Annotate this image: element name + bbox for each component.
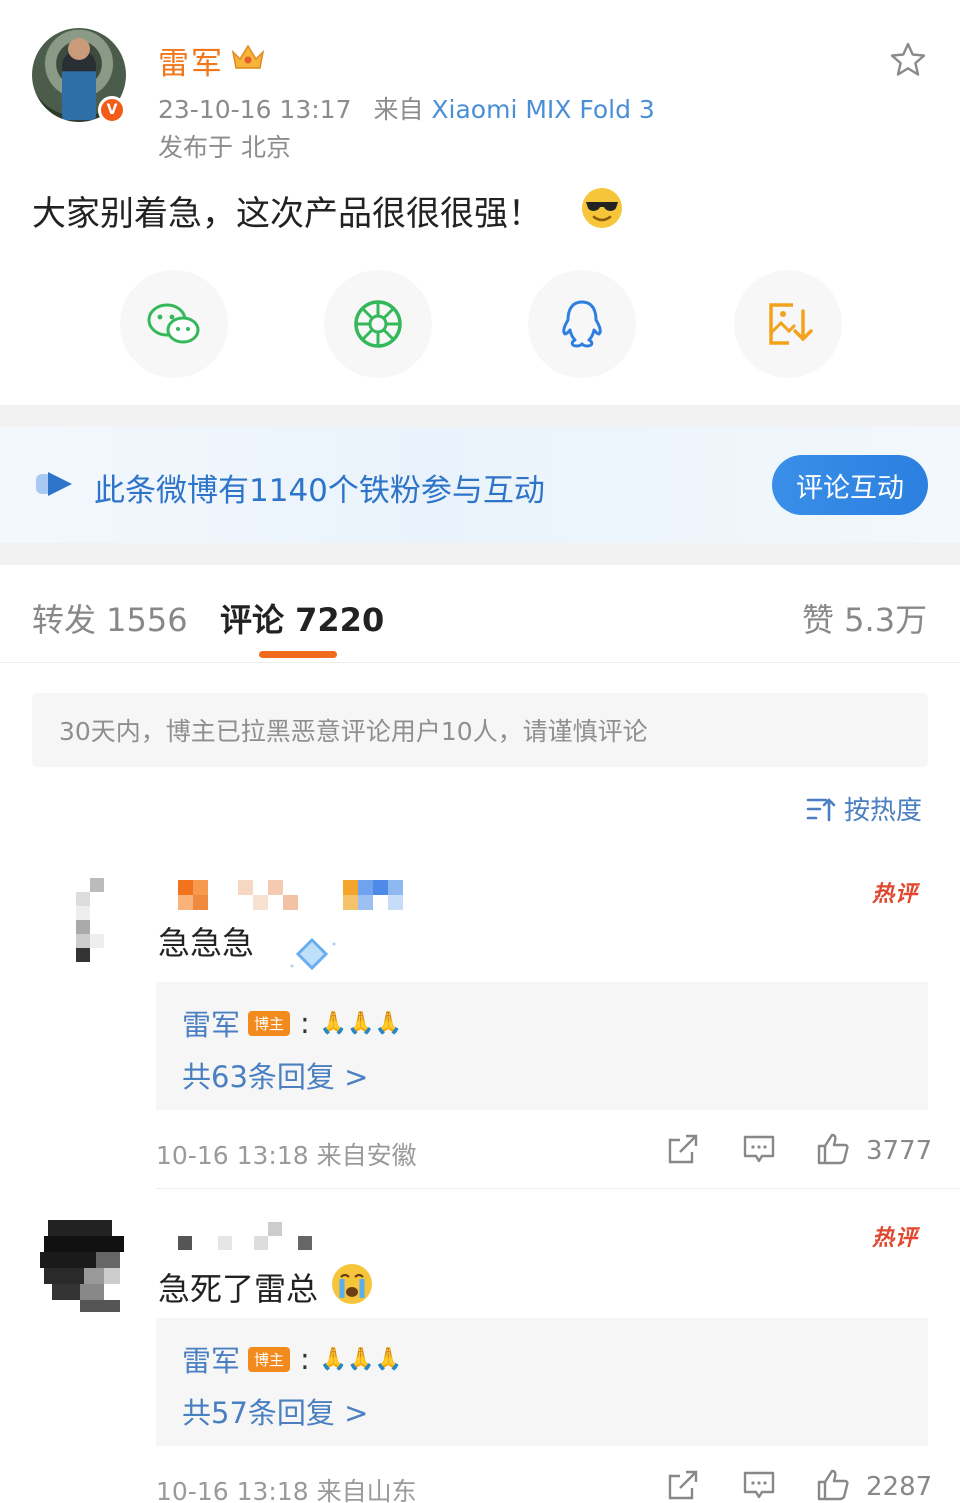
pray-emoji-icon: 🙏🙏🙏 xyxy=(319,1010,402,1036)
post-timestamp: 23-10-16 13:17 xyxy=(158,95,352,124)
blogger-tag: 博主 xyxy=(248,1010,291,1036)
reply-preview[interactable]: 雷军 博主 : 🙏🙏🙏 共63条回复 > xyxy=(156,982,928,1110)
verified-badge-icon: V xyxy=(98,96,126,124)
share-moments-button[interactable] xyxy=(324,270,432,378)
favorite-star-icon[interactable] xyxy=(888,40,928,80)
save-image-icon xyxy=(769,303,813,345)
wechat-icon xyxy=(147,303,200,344)
comment-time: 10-16 13:18 来自山东 xyxy=(156,1477,417,1503)
banner-text: 此条微博有1140个铁粉参与互动 xyxy=(94,473,545,509)
post-meta: 23-10-16 13:17 来自 Xiaomi MIX Fold 3 xyxy=(158,90,655,126)
fan-interaction-banner[interactable]: 此条微博有1140个铁粉参与互动 评论互动 xyxy=(0,427,960,543)
comment-footer: 10-16 13:18 来自安徽 3777 xyxy=(156,1132,932,1172)
qq-icon xyxy=(562,300,602,348)
commenter-name-blurred[interactable] xyxy=(178,880,418,910)
section-gap xyxy=(0,543,960,565)
blogger-tag: 博主 xyxy=(248,1346,291,1372)
post-device[interactable]: Xiaomi MIX Fold 3 xyxy=(431,95,654,124)
reply-author-name[interactable]: 雷军 xyxy=(182,1002,240,1044)
reply-comment-icon[interactable] xyxy=(742,1132,776,1166)
comment-time: 10-16 13:18 来自安徽 xyxy=(156,1141,417,1170)
commenter-avatar-blurred[interactable] xyxy=(40,1220,136,1316)
share-row xyxy=(0,270,960,378)
tab-comment[interactable]: 评论 7220 xyxy=(220,595,384,641)
section-gap xyxy=(0,405,960,427)
like-thumb-icon[interactable] xyxy=(816,1132,850,1166)
view-replies-link[interactable]: 共57条回复 > xyxy=(182,1390,368,1432)
share-qq-button[interactable] xyxy=(528,270,636,378)
share-comment-icon[interactable] xyxy=(666,1468,700,1502)
tab-like[interactable]: 赞 5.3万 xyxy=(802,595,927,641)
comment-text: 急急急 xyxy=(158,924,255,962)
reply-colon: : xyxy=(300,1342,310,1376)
hot-comment-badge: 热评 xyxy=(872,882,919,907)
active-tab-indicator xyxy=(259,651,337,658)
reply-author-row: 雷军 博主 : 🙏🙏🙏 xyxy=(182,1002,402,1044)
like-count: 3777 xyxy=(866,1136,933,1166)
crying-emoji-icon xyxy=(332,1264,372,1304)
diamond-sticker-icon xyxy=(290,937,336,971)
commenter-name-blurred[interactable] xyxy=(178,1220,328,1250)
like-count: 2287 xyxy=(866,1472,933,1502)
post-header: V 雷军 23-10-16 13:17 来自 Xiaomi MIX Fold 3… xyxy=(0,0,960,405)
comment-text: 急死了雷总 xyxy=(158,1270,319,1308)
cool-sunglasses-emoji-icon xyxy=(582,188,622,228)
comment-interaction-button[interactable]: 评论互动 xyxy=(772,455,928,515)
reply-comment-icon[interactable] xyxy=(742,1468,776,1502)
reply-author-row: 雷军 博主 : 🙏🙏🙏 xyxy=(182,1338,402,1380)
pray-emoji-icon: 🙏🙏🙏 xyxy=(319,1346,402,1372)
reply-author-name[interactable]: 雷军 xyxy=(182,1338,240,1380)
fan-play-icon xyxy=(36,472,72,496)
tab-repost[interactable]: 转发 1556 xyxy=(32,595,188,641)
reply-preview[interactable]: 雷军 博主 : 🙏🙏🙏 共57条回复 > xyxy=(156,1318,928,1446)
comment-divider xyxy=(156,1188,960,1189)
view-replies-link[interactable]: 共63条回复 > xyxy=(182,1054,368,1096)
save-image-button[interactable] xyxy=(734,270,842,378)
post-source-prefix: 来自 xyxy=(373,95,424,124)
post-tabs: 转发 1556 评论 7220 赞 5.3万 xyxy=(0,565,960,663)
commenter-avatar-blurred[interactable] xyxy=(40,878,136,974)
comment-footer: 10-16 13:18 来自山东 2287 xyxy=(156,1468,932,1503)
comment-item: 热评 急急急 雷军 博主 : 🙏🙏🙏 共63条回复 > 10-16 13:18 … xyxy=(0,870,960,1190)
hot-comment-badge: 热评 xyxy=(872,1226,919,1251)
author-name[interactable]: 雷军 xyxy=(158,38,224,83)
share-wechat-button[interactable] xyxy=(120,270,228,378)
sort-by-hot-button[interactable]: 按热度 xyxy=(806,790,922,827)
post-text: 大家别着急，这次产品很很很强！ xyxy=(32,194,542,234)
comment-notice: 30天内，博主已拉黑恶意评论用户10人，请谨慎评论 xyxy=(32,693,928,767)
like-thumb-icon[interactable] xyxy=(816,1468,850,1502)
share-comment-icon[interactable] xyxy=(666,1132,700,1166)
reply-colon: : xyxy=(300,1006,310,1040)
moments-icon xyxy=(354,300,402,348)
post-location: 发布于 北京 xyxy=(158,133,291,162)
sort-icon xyxy=(806,797,836,821)
sort-label: 按热度 xyxy=(844,796,923,826)
comment-item: 热评 急死了雷总 雷军 博主 : 🙏🙏🙏 共57条回复 > 10-16 13:1… xyxy=(0,1206,960,1503)
crown-icon xyxy=(231,44,265,69)
